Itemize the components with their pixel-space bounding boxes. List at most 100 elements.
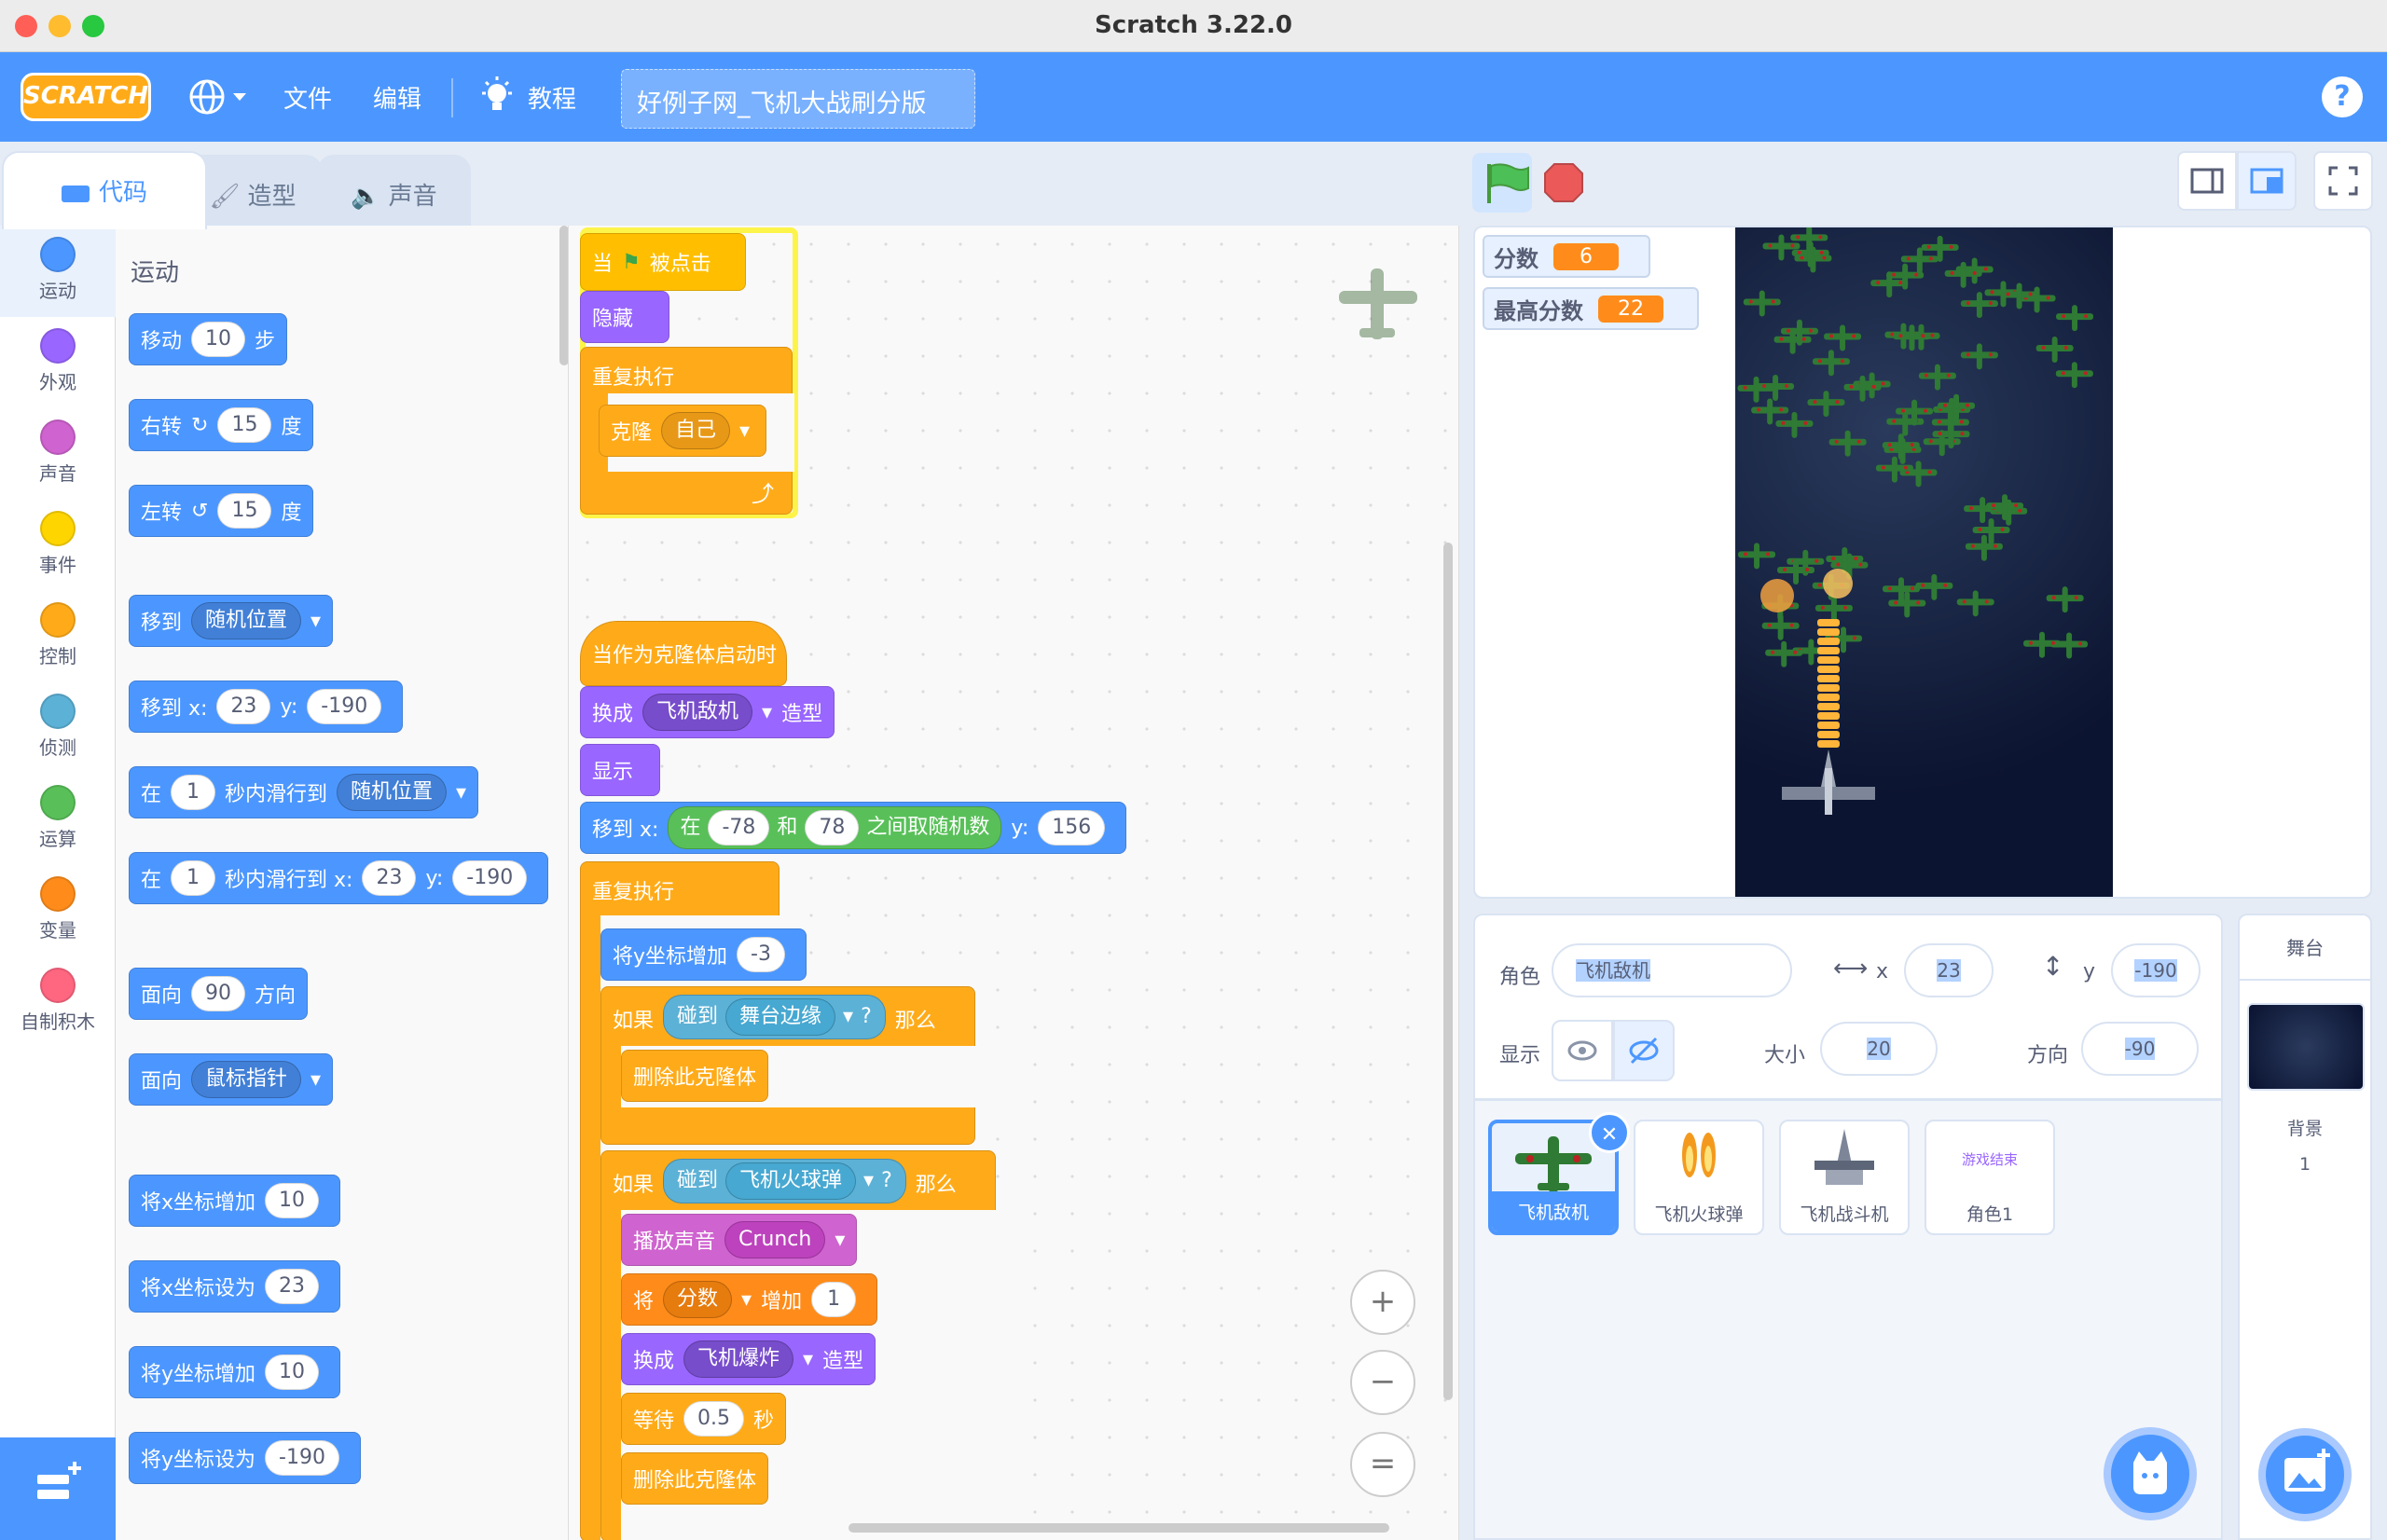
change-y-script-block[interactable]: 将y坐标增加 -3	[600, 928, 807, 981]
wait-block[interactable]: 等待 0.5 秒	[621, 1393, 787, 1445]
choose-sprite-button[interactable]	[2104, 1427, 2197, 1520]
window-titlebar: Scratch 3.22.0	[0, 0, 2387, 52]
edit-menu[interactable]: 编辑	[373, 80, 421, 115]
speaker-icon: 🔈	[351, 183, 381, 211]
fullscreen-button[interactable]	[2313, 151, 2373, 211]
large-stage-button[interactable]	[2237, 151, 2297, 211]
green-flag-button[interactable]	[1472, 153, 1532, 213]
x-arrows-icon: ⟷	[1833, 955, 1869, 983]
enemy-plane-mark	[1828, 430, 1867, 457]
stage-canvas[interactable]: 分数 6 最高分数 22	[1473, 226, 2372, 899]
switch-costume-block[interactable]: 换成 飞机敌机 ▾ 造型	[580, 686, 835, 738]
when-i-start-as-clone-block[interactable]: 当作为克隆体启动时	[580, 621, 787, 686]
tab-code[interactable]: 代码	[2, 151, 207, 229]
fireball-mark	[1817, 712, 1840, 720]
direction-input[interactable]: -90	[2081, 1022, 2199, 1076]
stop-button[interactable]	[1541, 160, 1586, 205]
show-visible-button[interactable]	[1552, 1020, 1613, 1081]
sprite-item-fighter[interactable]: 飞机战斗机	[1779, 1120, 1910, 1235]
touching-bullet-condition[interactable]: 碰到 飞机火球弹 ▾?	[663, 1159, 906, 1203]
category-motion[interactable]: 运动	[0, 226, 116, 317]
show-block[interactable]: 显示	[580, 744, 660, 796]
turn-right-block[interactable]: 右转 ↻ 15 度	[129, 399, 314, 451]
sprite-item-fireball[interactable]: 飞机火球弹	[1634, 1120, 1764, 1235]
zoom-out-button[interactable]: −	[1350, 1350, 1415, 1415]
show-hidden-button[interactable]	[1613, 1020, 1675, 1081]
goto-xy-random-block[interactable]: 移到 x: 在 -78 和 78 之间取随机数 y: 156	[580, 802, 1127, 854]
add-extension-button[interactable]	[0, 1437, 116, 1540]
globe-icon	[189, 79, 246, 115]
delete-clone-block-2[interactable]: 删除此克隆体	[621, 1452, 769, 1505]
zoom-in-button[interactable]: +	[1350, 1270, 1415, 1335]
touching-edge-condition[interactable]: 碰到 舞台边缘 ▾?	[663, 995, 886, 1039]
help-button[interactable]: ?	[2322, 76, 2363, 117]
language-menu[interactable]	[186, 75, 252, 119]
sprite-item-role1[interactable]: 游戏结束 角色1	[1925, 1120, 2055, 1235]
goto-block[interactable]: 移到 随机位置 ▾	[129, 595, 334, 647]
point-direction-block[interactable]: 面向 90 方向	[129, 968, 309, 1020]
palette-scrollbar[interactable]	[559, 226, 568, 365]
choose-backdrop-button[interactable]	[2258, 1428, 2352, 1521]
stage-header	[1459, 142, 2387, 226]
script-hscrollbar[interactable]	[849, 1523, 1389, 1533]
project-title-input[interactable]: 好例子网_飞机大战刷分版	[621, 69, 975, 129]
file-menu[interactable]: 文件	[283, 80, 332, 115]
category-my-blocks[interactable]: 自制积木	[0, 956, 116, 1048]
fighter-plane-icon	[1782, 749, 1875, 815]
set-x-block[interactable]: 将x坐标设为 23	[129, 1260, 341, 1313]
play-sound-block[interactable]: 播放声音 Crunch ▾	[621, 1214, 858, 1266]
point-towards-block[interactable]: 面向 鼠标指针 ▾	[129, 1053, 334, 1106]
tab-sounds[interactable]: 🔈 声音	[317, 155, 471, 226]
turn-left-block[interactable]: 左转 ↺ 15 度	[129, 485, 314, 537]
hide-block[interactable]: 隐藏	[580, 291, 669, 343]
switch-costume-explode-block[interactable]: 换成 飞机爆炸 ▾ 造型	[621, 1333, 876, 1385]
category-looks[interactable]: 外观	[0, 317, 116, 408]
backdrop-thumbnail[interactable]	[2247, 1003, 2365, 1091]
tutorials-menu[interactable]: 教程	[528, 80, 576, 115]
category-sound[interactable]: 声音	[0, 408, 116, 500]
high-score-monitor[interactable]: 最高分数 22	[1483, 287, 1699, 330]
stage-selector[interactable]: 舞台 背景 1	[2238, 914, 2372, 1540]
goto-xy-block[interactable]: 移到 x: 23 y: -190	[129, 681, 404, 733]
trash-icon: ✕	[1600, 1123, 1619, 1147]
pick-random-block[interactable]: 在 -78 和 78 之间取随机数	[668, 806, 1002, 849]
set-y-block[interactable]: 将y坐标设为 -190	[129, 1432, 361, 1484]
fireball-mark	[1817, 628, 1840, 636]
category-operators[interactable]: 运算	[0, 774, 116, 865]
change-variable-block[interactable]: 将分数 ▾ 增加 1	[621, 1273, 878, 1326]
change-x-block[interactable]: 将x坐标增加 10	[129, 1175, 341, 1227]
script-area[interactable]: 当 ⚑ 被点击 隐藏 重复执行 克隆 自己 ▾ ⤴ 当作为克隆体启动时 换成 飞机敌机 ▾ 造…	[569, 226, 1459, 1540]
change-y-block[interactable]: 将y坐标增加 10	[129, 1346, 341, 1398]
move-steps-block[interactable]: 移动 10 步	[129, 313, 288, 365]
zoom-reset-button[interactable]: =	[1350, 1432, 1415, 1497]
variables-dot	[40, 876, 76, 912]
y-input[interactable]: -190	[2111, 943, 2201, 997]
enemy-plane-mark	[1775, 411, 1814, 438]
delete-sprite-button[interactable]: ✕	[1589, 1112, 1630, 1153]
sprite-name-input[interactable]: 飞机敌机	[1552, 943, 1792, 997]
delete-clone-block-1[interactable]: 删除此克隆体	[621, 1050, 769, 1102]
enemy-plane-mark	[1972, 517, 2010, 544]
script-vscrollbar[interactable]	[1443, 543, 1453, 1400]
category-events[interactable]: 事件	[0, 500, 116, 591]
backdrop-label: 背景	[2286, 1119, 2323, 1139]
small-stage-button[interactable]	[2177, 151, 2237, 211]
tutorials-icon[interactable]	[479, 75, 515, 119]
code-icon	[61, 185, 90, 202]
fireball-mark	[1817, 694, 1840, 701]
score-monitor[interactable]: 分数 6	[1483, 235, 1650, 278]
glide-xy-block[interactable]: 在 1 秒内滑行到 x: 23 y: -190	[129, 852, 549, 904]
category-sensing[interactable]: 侦测	[0, 682, 116, 774]
size-input[interactable]: 20	[1820, 1022, 1938, 1076]
fireball-mark	[1817, 722, 1840, 729]
category-control[interactable]: 控制	[0, 591, 116, 682]
scratch-logo[interactable]: SCRATCH	[21, 73, 151, 121]
x-input[interactable]: 23	[1904, 943, 1994, 997]
looks-dot	[40, 328, 76, 364]
clone-block[interactable]: 克隆 自己 ▾	[599, 405, 766, 457]
when-flag-clicked-block[interactable]: 当 ⚑ 被点击	[580, 233, 746, 291]
category-variables[interactable]: 变量	[0, 865, 116, 956]
enemy-plane-mark	[1743, 290, 1781, 317]
glide-block[interactable]: 在 1 秒内滑行到 随机位置 ▾	[129, 766, 479, 818]
sprite-ghost-plane-icon	[1333, 263, 1423, 351]
